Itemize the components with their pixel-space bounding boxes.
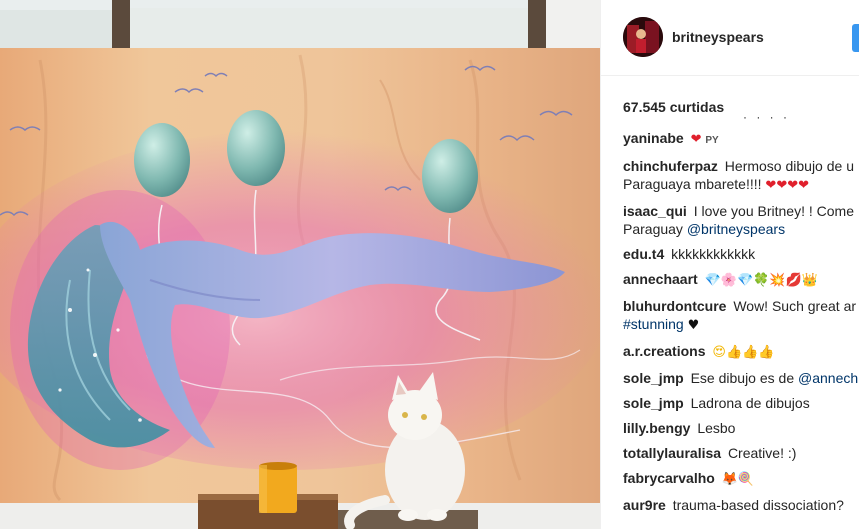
avatar-image [623,17,663,57]
comment-text: Wow! Such great ar [733,298,857,314]
comment-username[interactable]: isaac_qui [623,203,691,219]
comment-username[interactable]: aur9re [623,497,670,513]
comment-text: Paraguaya mbarete!!!! [623,176,766,192]
post-header: britneyspears [601,0,859,76]
mural-painting [0,0,600,529]
hashtag-link[interactable]: #stunning [623,316,684,332]
comment: bluhurdontcure Wow! Such great ar #stunn… [623,297,859,335]
clipped-comment: · · · · [623,116,859,129]
comment-text: Hermoso dibujo de u [724,158,854,174]
emoji-row-icon: 💎🌸💎🍀💥💋👑 [704,273,818,288]
comment-text: trauma-based dissociation? [672,497,844,513]
comment-username[interactable]: yaninabe [623,130,688,146]
avatar[interactable] [623,17,663,57]
comment: chinchuferpaz Hermoso dibujo de u Paragu… [623,157,859,195]
comment-username[interactable]: annechaart [623,271,702,287]
comment-username[interactable]: a.r.creations [623,343,709,359]
mention-link[interactable]: @annech [798,370,858,386]
heart-icon: ❤❤❤❤ [765,178,809,193]
comment: totallylauralisa Creative! :) [623,444,859,462]
comment: annechaart 💎🌸💎🍀💥💋👑 [623,270,859,290]
post-sidebar: britneyspears 67.545 curtidas · · · · ya… [600,0,859,529]
comment-text: kkkkkkkkkkkk [671,246,756,262]
clipped-emoji-row: · · · · [743,116,790,124]
follow-button[interactable] [852,24,859,52]
comments-list: · · · · yaninabe ❤ PY chinchuferpaz Herm… [623,116,859,529]
comment-username[interactable]: sole_jmp [623,395,688,411]
comment-suffix: PY [705,135,719,146]
comment-username[interactable]: totallylauralisa [623,445,725,461]
post-username[interactable]: britneyspears [672,29,764,45]
post-photo[interactable] [0,0,600,529]
comment: fabrycarvalho 🦊🍭 [623,469,859,489]
comment: sole_jmp Ese dibujo es de @annech [623,369,859,387]
comment-text: Paraguay [623,221,687,237]
heart-icon: ♥ [687,318,700,333]
comment-text: Ese dibujo es de [690,370,798,386]
comment-text: Lesbo [697,420,736,436]
comment: yaninabe ❤ PY [623,129,859,150]
mention-link[interactable]: @britneyspears [687,221,785,237]
comment: a.r.creations 😍👍👍👍 [623,342,859,362]
comment-text: I love you Britney! ! Come [693,203,854,219]
emoji-row-icon: 😍👍👍👍 [712,345,775,360]
comment-username[interactable]: lilly.bengy [623,420,694,436]
emoji-row-icon: 🦊🍭 [721,472,755,487]
comment: isaac_qui I love you Britney! ! Come Par… [623,202,859,238]
comment: sole_jmp Ladrona de dibujos [623,394,859,412]
likes-count[interactable]: 67.545 curtidas [623,99,724,115]
comment: edu.t4 kkkkkkkkkkkk [623,245,859,263]
comment-username[interactable]: sole_jmp [623,370,688,386]
comment: aur9re trauma-based dissociation? [623,496,859,514]
comment-username[interactable]: fabrycarvalho [623,470,719,486]
comment: lilly.bengy Lesbo [623,419,859,437]
comment-text: Ladrona de dibujos [690,395,810,411]
comment-username[interactable]: bluhurdontcure [623,298,730,314]
comment-username[interactable]: edu.t4 [623,246,668,262]
heart-icon: ❤ [690,132,702,147]
comment-text: Creative! :) [727,445,797,461]
comment-username[interactable]: chinchuferpaz [623,158,722,174]
